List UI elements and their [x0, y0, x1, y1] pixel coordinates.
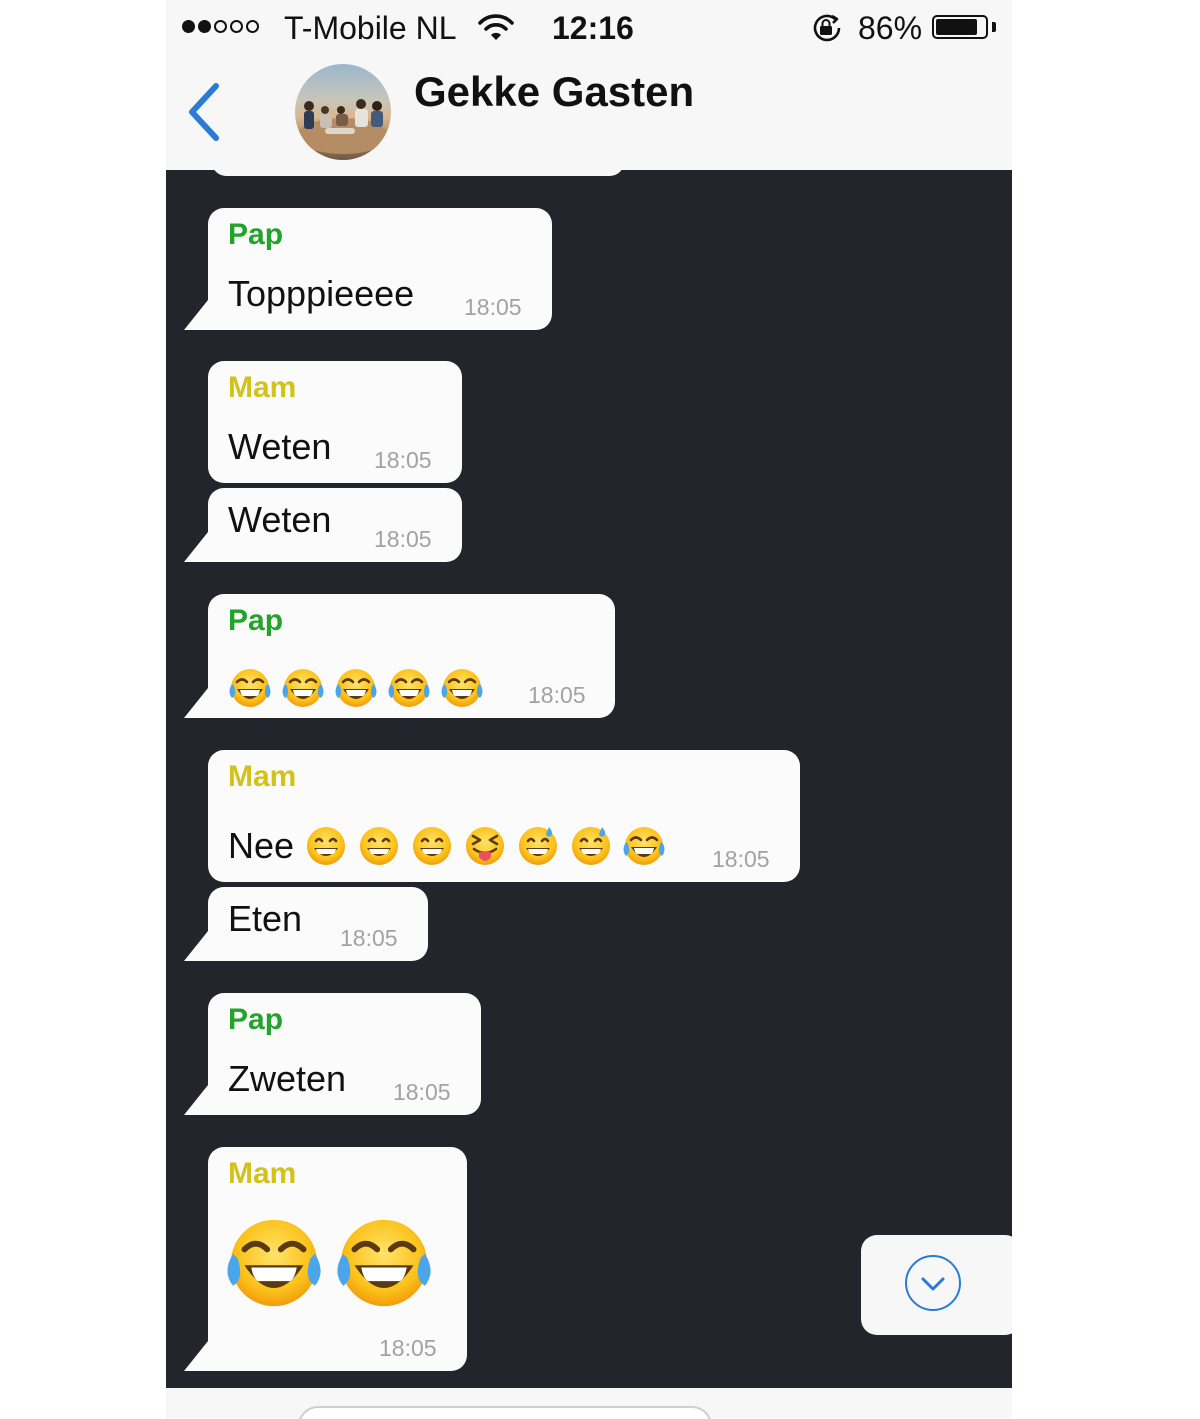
group-photo-icon	[297, 99, 389, 154]
face-with-tears-of-joy-icon	[334, 1213, 434, 1313]
face-with-tears-of-joy-icon	[385, 664, 438, 712]
signal-dot	[198, 20, 211, 33]
grinning-face-with-sweat-icon	[567, 822, 620, 870]
sender-name: Pap	[228, 604, 284, 637]
message-bubble[interactable]: Mam 18:05	[208, 1147, 467, 1371]
message-bubble[interactable]: Mam Nee 18:05	[208, 750, 800, 882]
message-text: Nee	[228, 825, 295, 866]
grinning-face-icon	[408, 822, 461, 870]
message-text: Zweten	[228, 1058, 347, 1099]
signal-dot	[246, 20, 259, 33]
scroll-circle	[905, 1255, 961, 1311]
status-time: 12:16	[552, 10, 634, 46]
back-button[interactable]	[180, 82, 230, 142]
emoji-row	[226, 664, 491, 712]
grinning-face-icon	[302, 822, 355, 870]
message-time: 18:05	[340, 925, 398, 951]
message-time: 18:05	[374, 447, 432, 473]
emoji-row	[302, 822, 673, 870]
message-text: Weten	[228, 426, 332, 467]
sender-name: Mam	[228, 760, 297, 793]
message-bubble[interactable]: Weten 18:05	[208, 488, 462, 562]
message-bubble[interactable]: Pap 18:05	[208, 594, 615, 718]
message-bubble[interactable]: Pap Topppieeee 18:05	[208, 208, 552, 330]
battery-tip	[992, 22, 996, 32]
phone-screen: T-Mobile NL 12:16 86% Gekke Gasten Pap T…	[166, 0, 1012, 1419]
message-text: Weten	[228, 499, 332, 540]
chevron-down-icon	[921, 1277, 945, 1291]
signal-dot	[214, 20, 227, 33]
face-with-tears-of-joy-icon	[226, 664, 279, 712]
signal-dot	[230, 20, 243, 33]
battery-percentage: 86%	[858, 10, 923, 46]
previous-message-bubble	[212, 170, 624, 176]
message-bubble[interactable]: Eten 18:05	[208, 887, 428, 961]
scroll-to-bottom-button[interactable]	[861, 1235, 1012, 1335]
sender-name: Mam	[228, 371, 297, 404]
message-time: 18:05	[464, 294, 522, 320]
chevron-left-icon	[189, 83, 219, 141]
sender-name: Pap	[228, 218, 284, 251]
squinting-face-with-tongue-icon	[461, 822, 514, 870]
message-time: 18:05	[528, 682, 586, 708]
input-toolbar	[166, 1388, 1012, 1419]
message-time: 18:05	[374, 526, 432, 552]
message-input[interactable]	[298, 1406, 712, 1419]
sender-name: Mam	[228, 1157, 297, 1190]
message-time: 18:05	[379, 1335, 437, 1361]
message-list[interactable]: Pap Topppieeee 18:05 Mam Weten 18:05 Wet…	[166, 170, 1012, 1388]
chat-header: Gekke Gasten	[166, 56, 1012, 170]
status-bar: T-Mobile NL 12:16 86%	[166, 0, 1012, 56]
face-with-tears-of-joy-icon	[224, 1213, 324, 1313]
face-with-tears-of-joy-icon	[438, 664, 491, 712]
message-text: Topppieeee	[228, 273, 415, 314]
chat-title[interactable]: Gekke Gasten	[414, 68, 694, 116]
face-with-tears-of-joy-icon	[279, 664, 332, 712]
face-with-tears-of-joy-icon	[332, 664, 385, 712]
battery-fill	[936, 19, 978, 35]
message-bubble[interactable]: Mam Weten 18:05	[208, 361, 462, 483]
battery-icon	[932, 15, 988, 39]
wifi-icon	[478, 14, 514, 40]
carrier-name: T-Mobile NL	[284, 10, 457, 46]
signal-dot	[182, 20, 195, 33]
rotation-lock-icon	[813, 14, 841, 42]
face-with-tears-of-joy-icon	[620, 822, 673, 870]
message-time: 18:05	[393, 1079, 451, 1105]
message-time: 18:05	[712, 846, 770, 872]
signal-strength-icon	[182, 20, 262, 36]
group-avatar[interactable]	[295, 64, 391, 160]
sender-name: Pap	[228, 1003, 284, 1036]
message-text: Eten	[228, 898, 303, 939]
grinning-face-with-sweat-icon	[514, 822, 567, 870]
message-bubble[interactable]: Pap Zweten 18:05	[208, 993, 481, 1115]
grinning-face-icon	[355, 822, 408, 870]
